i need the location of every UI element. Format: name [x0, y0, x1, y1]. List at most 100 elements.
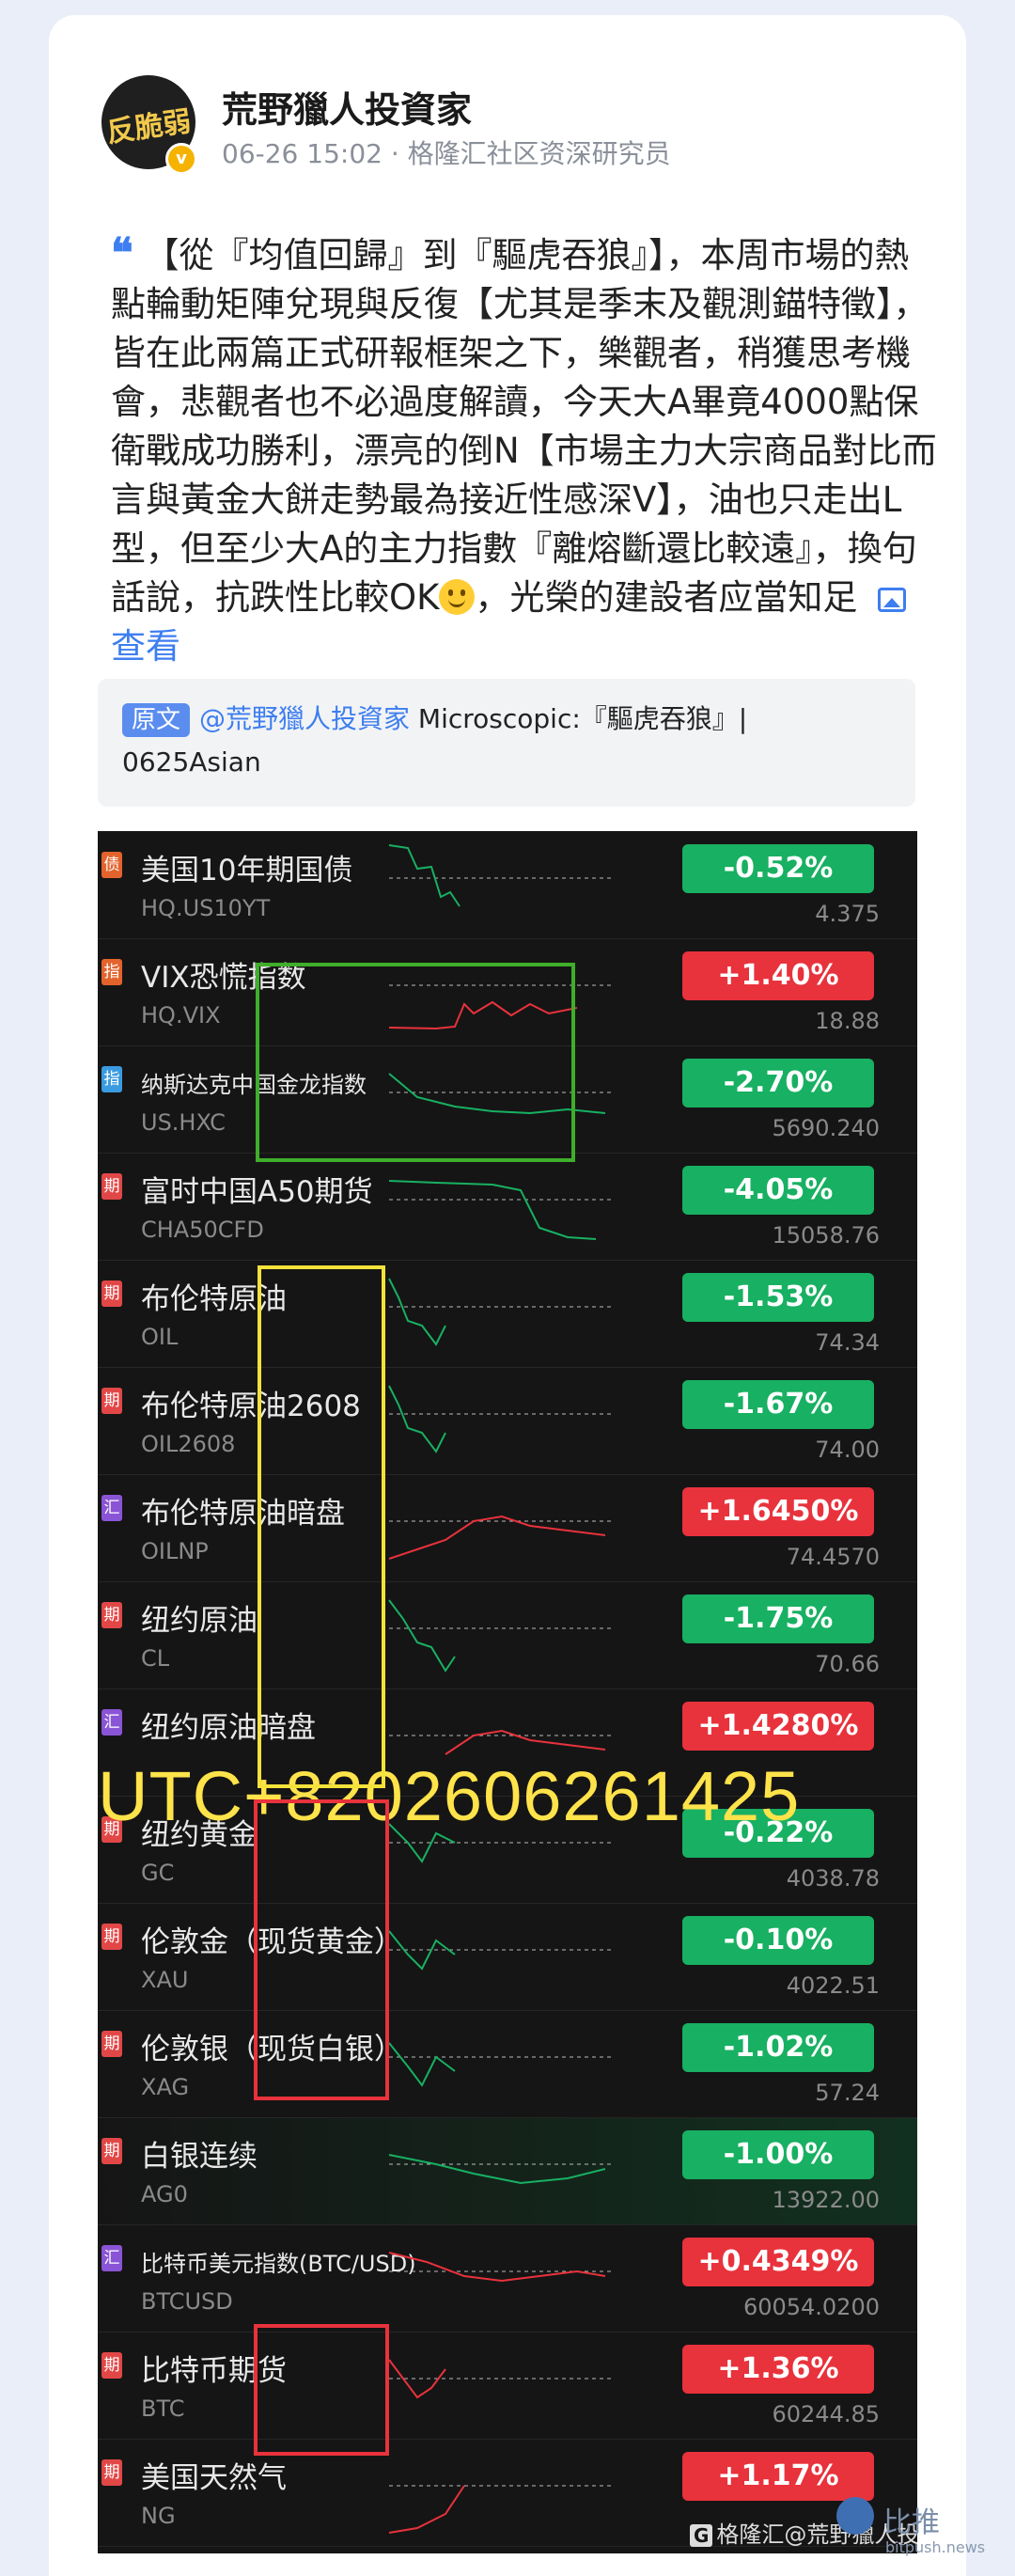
- market-type-tag: 期: [102, 2031, 122, 2057]
- sparkline-chart: [388, 1180, 615, 1240]
- sparkline-chart: [388, 2252, 615, 2283]
- change-badge: +1.6450%: [682, 1487, 874, 1536]
- market-code: HQ.US10YT: [141, 895, 271, 921]
- sparkline-line: [388, 2042, 456, 2087]
- market-price: 74.34: [815, 1329, 880, 1356]
- sparkline-chart: [388, 2485, 615, 2534]
- sparkline-chart: [388, 844, 615, 907]
- source-badge: 原文: [122, 703, 191, 737]
- post-text-part2: ，光榮的建設者应當知足: [475, 577, 858, 618]
- change-badge: +1.40%: [682, 951, 874, 1000]
- market-row[interactable]: 期伦敦金（现货黄金） XAU -0.10% 4022.51: [98, 1903, 917, 2011]
- change-badge: +1.36%: [682, 2345, 874, 2394]
- market-type-tag: 期: [102, 1280, 122, 1307]
- market-row[interactable]: 汇比特币美元指数(BTC/USD) BTCUSD +0.4349% 60054.020…: [98, 2224, 917, 2333]
- sparkline-chart: [388, 2359, 615, 2399]
- market-name: 比特币美元指数(BTC/USD): [141, 2251, 416, 2277]
- change-badge: -1.02%: [682, 2023, 874, 2072]
- market-row[interactable]: 债美国10年期国债 HQ.US10YT -0.52% 4.375: [98, 831, 917, 939]
- market-type-tag: 汇: [102, 2245, 122, 2271]
- change-badge: -4.05%: [682, 1166, 874, 1215]
- market-row[interactable]: 汇布伦特原油暗盘 OILNP +1.6450% 74.4570: [98, 1474, 917, 1582]
- market-code: BTCUSD: [141, 2288, 233, 2315]
- market-name: 布伦特原油暗盘: [141, 1497, 345, 1531]
- sparkline-line: [388, 1073, 606, 1115]
- sparkline-chart: [388, 1073, 615, 1115]
- post-body: ❝ 【從『均值回歸』到『驅虎吞狼』】，本周市場的熱點輪動矩陣兌現與反復【尤其是季…: [111, 229, 938, 671]
- market-type-tag: 债: [102, 852, 122, 878]
- market-price: 4022.51: [786, 1972, 880, 1999]
- market-name: 纽约原油暗盘: [141, 1711, 316, 1745]
- sparkline-chart: [388, 2154, 615, 2185]
- market-type-tag: 指: [102, 1066, 122, 1092]
- sparkline-line: [388, 844, 461, 907]
- market-row[interactable]: 期纽约原油 CL -1.75% 70.66: [98, 1581, 917, 1689]
- market-name: 布伦特原油2608: [141, 1390, 361, 1423]
- sparkline-chart: [388, 1599, 615, 1673]
- change-badge: -2.70%: [682, 1059, 874, 1107]
- market-price: 74.00: [815, 1437, 880, 1463]
- verified-icon: v: [165, 143, 197, 175]
- market-name: 富时中国A50期货: [141, 1175, 373, 1209]
- market-name: 纽约原油: [141, 1604, 258, 1638]
- sparkline-line: [388, 2485, 465, 2534]
- change-badge: +1.17%: [682, 2452, 874, 2501]
- market-type-tag: 指: [102, 959, 122, 985]
- sparkline-chart: [388, 1930, 615, 1971]
- market-code: NG: [141, 2503, 176, 2529]
- market-type-tag: 汇: [102, 1495, 122, 1521]
- market-code: CHA50CFD: [141, 1217, 264, 1243]
- market-name: 比特币期货: [141, 2354, 287, 2388]
- market-name: 美国10年期国债: [141, 854, 353, 887]
- market-row[interactable]: 指 VIX恐慌指数 HQ.VIX +1.40% 18.88: [98, 938, 917, 1046]
- smile-emoji-icon: [439, 579, 476, 615]
- market-type-tag: 期: [102, 2138, 122, 2164]
- image-icon: [878, 588, 907, 612]
- market-name: 白银连续: [141, 2140, 258, 2174]
- market-price: 70.66: [815, 1651, 880, 1677]
- market-name: 布伦特原油: [141, 1282, 287, 1316]
- market-code: AG0: [141, 2181, 188, 2207]
- market-type-tag: 期: [102, 2352, 122, 2379]
- sparkline-chart: [388, 1278, 615, 1346]
- quote-icon: ❝: [111, 229, 133, 277]
- author-meta: 06-26 15:02 · 格隆汇社区资深研究员: [222, 138, 671, 169]
- market-row[interactable]: 期布伦特原油2608 OIL2608 -1.67% 74.00: [98, 1367, 917, 1475]
- author-name[interactable]: 荒野獵人投資家: [222, 81, 472, 133]
- market-type-tag: 汇: [102, 1709, 122, 1736]
- sparkline-line: [388, 1278, 446, 1346]
- market-row[interactable]: 期伦敦银（现货白银） XAG -1.02% 57.24: [98, 2010, 917, 2118]
- sparkline-chart: [388, 2042, 615, 2087]
- market-price: 60054.0200: [742, 2294, 880, 2320]
- market-row[interactable]: 期富时中国A50期货 CHA50CFD -4.05% 15058.76: [98, 1153, 917, 1261]
- change-badge: -1.67%: [682, 1380, 874, 1429]
- site-name: 比推: [883, 2506, 940, 2539]
- market-price: 18.88: [815, 1008, 880, 1034]
- change-badge: -1.75%: [682, 1594, 874, 1643]
- change-badge: +0.4349%: [682, 2238, 874, 2286]
- market-price: 13922.00: [772, 2187, 880, 2213]
- sparkline-line: [388, 2252, 606, 2283]
- source-link-box[interactable]: 原文 @荒野獵人投資家 Microscopic:『驅虎吞狼』| 0625Asian: [98, 679, 915, 807]
- market-name: VIX恐慌指数: [141, 961, 306, 995]
- sparkline-line: [388, 1000, 578, 1030]
- market-row[interactable]: 期布伦特原油 OIL -1.53% 74.34: [98, 1260, 917, 1368]
- market-code: CL: [141, 1645, 170, 1672]
- change-badge: -0.52%: [682, 844, 874, 893]
- market-name: 纳斯达克中国金龙指数: [141, 1072, 367, 1098]
- market-name: 伦敦银（现货白银）: [141, 2033, 403, 2066]
- market-type-tag: 期: [102, 2459, 122, 2486]
- market-price: 5690.240: [772, 1115, 880, 1141]
- market-price: 15058.76: [772, 1222, 880, 1249]
- market-row[interactable]: 期比特币期货 BTC +1.36% 60244.85: [98, 2332, 917, 2440]
- market-row[interactable]: 期白银连续 AG0 -1.00% 13922.00: [98, 2117, 917, 2225]
- change-badge: +1.4280%: [682, 1702, 874, 1751]
- sparkline-line: [445, 1729, 606, 1755]
- change-badge: -0.10%: [682, 1916, 874, 1965]
- market-code: OILNP: [141, 1538, 209, 1564]
- source-author[interactable]: @荒野獵人投資家: [199, 703, 410, 734]
- market-panel-image[interactable]: 期美国天然气 NG +1.17% 期比特币期货 BTC +1.36% 60244.85 汇比特…: [98, 831, 917, 2553]
- market-code: XAG: [141, 2074, 190, 2100]
- market-row[interactable]: 指纳斯达克中国金龙指数 US.HXC -2.70% 5690.240: [98, 1045, 917, 1154]
- change-badge: -1.00%: [682, 2130, 874, 2179]
